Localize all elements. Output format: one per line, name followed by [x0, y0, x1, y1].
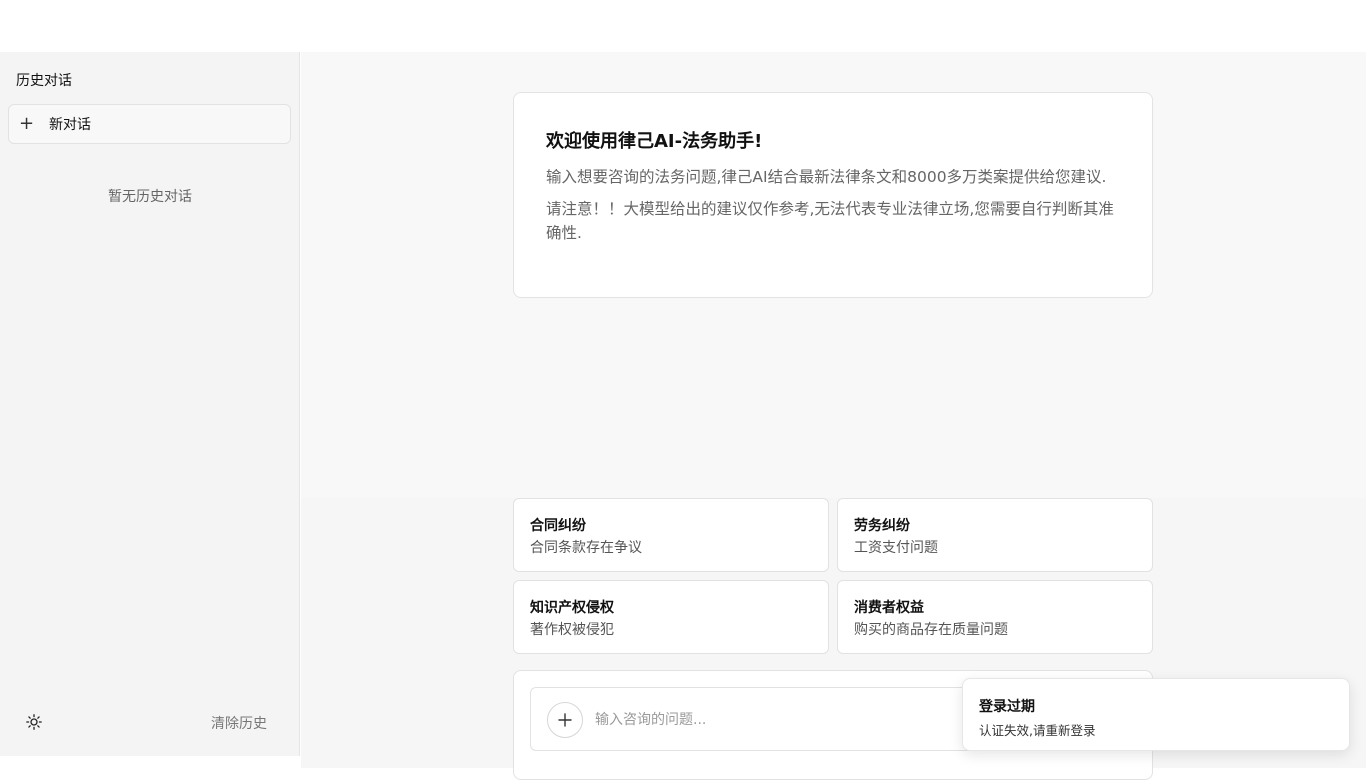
login-expired-toast[interactable]: 登录过期 认证失效,请重新登录	[962, 678, 1350, 751]
main-panel: 欢迎使用律己AI-法务助手! 输入想要咨询的法务问题,律己AI结合最新法律条文和…	[301, 52, 1366, 780]
new-chat-label: 新对话	[49, 117, 91, 133]
toast-title: 登录过期	[979, 699, 1035, 715]
new-chat-button[interactable]: + 新对话	[8, 104, 291, 144]
clear-history-button[interactable]: 清除历史	[211, 713, 267, 733]
topic-card-contract-dispute[interactable]: 合同纠纷 合同条款存在争议	[513, 498, 829, 572]
topic-desc: 合同条款存在争议	[530, 540, 642, 556]
topic-title: 劳务纠纷	[854, 518, 910, 534]
welcome-warning: 请注意！！大模型给出的建议仅作参考,无法代表专业法律立场,您需要自行判断其准确性…	[546, 200, 1114, 242]
top-bar	[0, 0, 1366, 52]
welcome-title: 欢迎使用律己AI-法务助手!	[546, 131, 763, 152]
topic-card-labor-dispute[interactable]: 劳务纠纷 工资支付问题	[837, 498, 1153, 572]
topic-desc: 购买的商品存在质量问题	[854, 622, 1008, 638]
topic-desc: 工资支付问题	[854, 540, 938, 556]
topic-card-ip-infringement[interactable]: 知识产权侵权 著作权被侵犯	[513, 580, 829, 654]
welcome-intro: 输入想要咨询的法务问题,律己AI结合最新法律条文和8000多万类案提供给您建议.	[546, 168, 1107, 186]
topic-title: 消费者权益	[854, 600, 924, 616]
topic-title: 知识产权侵权	[530, 600, 614, 616]
topic-desc: 著作权被侵犯	[530, 622, 614, 638]
topic-title: 合同纠纷	[530, 518, 586, 534]
attach-button[interactable]	[547, 702, 583, 738]
sidebar-title: 历史对话	[16, 73, 72, 89]
plus-icon	[558, 713, 572, 727]
plus-icon: +	[19, 113, 35, 134]
sun-icon	[26, 714, 42, 730]
toast-message: 认证失效,请重新登录	[979, 723, 1096, 738]
empty-history-text: 暂无历史对话	[108, 189, 192, 205]
topic-card-consumer-rights[interactable]: 消费者权益 购买的商品存在质量问题	[837, 580, 1153, 654]
theme-toggle-button[interactable]	[24, 712, 44, 732]
sidebar: 历史对话 + 新对话 暂无历史对话 清除历史	[0, 52, 300, 756]
welcome-card: 欢迎使用律己AI-法务助手! 输入想要咨询的法务问题,律己AI结合最新法律条文和…	[513, 92, 1153, 298]
